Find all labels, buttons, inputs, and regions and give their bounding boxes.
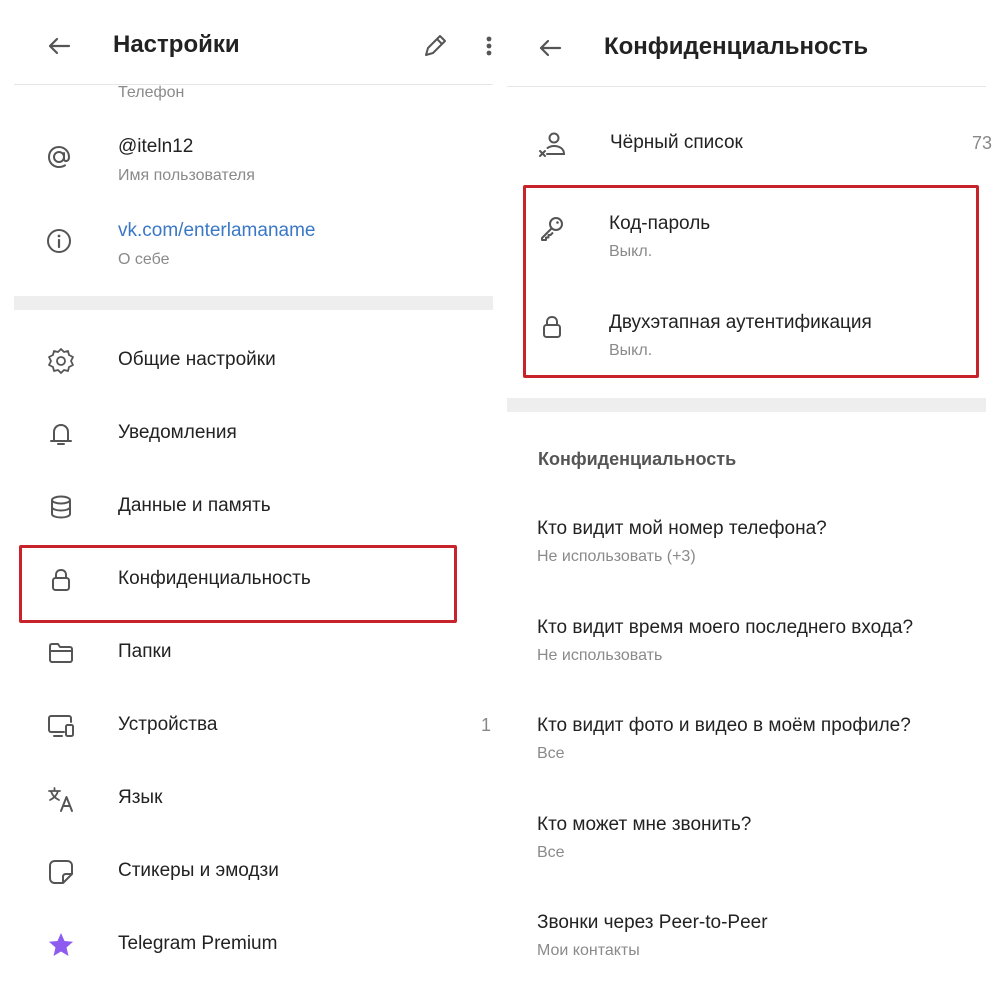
database-icon bbox=[46, 492, 76, 522]
blacklist-row[interactable]: Чёрный список 73 bbox=[507, 118, 1000, 170]
devices-count: 1 bbox=[481, 715, 492, 735]
privacy-item-label: Кто видит время моего последнего входа? bbox=[537, 617, 914, 638]
highlight-box-privacy bbox=[19, 545, 457, 623]
page-title: Настройки bbox=[113, 31, 240, 58]
section-gap bbox=[14, 296, 493, 310]
bio-sub: О себе bbox=[118, 251, 170, 268]
menu-item-label: Устройства bbox=[118, 714, 218, 735]
folder-icon bbox=[46, 638, 76, 668]
phone-sub-label: Телефон bbox=[118, 84, 185, 101]
menu-item-label: Уведомления bbox=[118, 422, 237, 443]
menu-item-label: Telegram Premium bbox=[118, 933, 278, 954]
bell-icon bbox=[46, 419, 76, 449]
gear-icon bbox=[46, 346, 76, 376]
menu-item-notifications[interactable]: Уведомления bbox=[14, 411, 493, 457]
menu-item-language[interactable]: Язык bbox=[14, 776, 493, 822]
privacy-item-label: Кто видит мой номер телефона? bbox=[537, 518, 827, 539]
translate-icon bbox=[46, 784, 76, 814]
menu-item-label: Язык bbox=[118, 787, 163, 808]
username-sub: Имя пользователя bbox=[118, 167, 255, 184]
privacy-item-phone[interactable]: Кто видит мой номер телефона? Не использ… bbox=[507, 512, 1000, 572]
at-icon bbox=[44, 142, 74, 172]
privacy-item-value: Мои контакты bbox=[537, 942, 640, 959]
privacy-item-value: Все bbox=[537, 844, 565, 861]
menu-item-label: Стикеры и эмодзи bbox=[118, 860, 279, 881]
header-divider bbox=[14, 84, 493, 85]
privacy-item-last-seen[interactable]: Кто видит время моего последнего входа? … bbox=[507, 611, 1000, 671]
menu-item-folders[interactable]: Папки bbox=[14, 630, 493, 676]
section-gap bbox=[507, 398, 986, 412]
username-row[interactable]: @iteln12 Имя пользователя bbox=[14, 128, 493, 194]
section-header: Конфиденциальность bbox=[538, 449, 737, 469]
page-title: Конфиденциальность bbox=[604, 33, 869, 60]
privacy-item-label: Кто видит фото и видео в моём профиле? bbox=[537, 715, 911, 736]
menu-item-stickers[interactable]: Стикеры и эмодзи bbox=[14, 849, 493, 895]
username-value: @iteln12 bbox=[118, 136, 194, 157]
sticker-icon bbox=[46, 857, 76, 887]
menu-item-general[interactable]: Общие настройки bbox=[14, 338, 493, 384]
blocked-user-icon bbox=[537, 130, 567, 160]
blacklist-label: Чёрный список bbox=[610, 132, 743, 153]
info-icon bbox=[44, 226, 74, 256]
pencil-icon[interactable] bbox=[420, 31, 450, 61]
bio-value[interactable]: vk.com/enterlamaname bbox=[118, 220, 315, 242]
menu-item-devices[interactable]: Устройства 1 bbox=[14, 703, 493, 749]
menu-item-label: Общие настройки bbox=[118, 349, 276, 370]
devices-icon bbox=[46, 711, 76, 741]
menu-item-label: Папки bbox=[118, 641, 172, 662]
back-arrow-icon[interactable] bbox=[535, 33, 565, 63]
menu-item-premium[interactable]: Telegram Premium bbox=[14, 922, 493, 968]
more-menu-icon[interactable] bbox=[481, 31, 495, 61]
privacy-item-p2p[interactable]: Звонки через Peer-to-Peer Мои контакты bbox=[507, 906, 1000, 966]
privacy-item-label: Кто может мне звонить? bbox=[537, 814, 752, 835]
blacklist-count: 73 bbox=[972, 133, 993, 153]
privacy-item-label: Звонки через Peer-to-Peer bbox=[537, 912, 768, 933]
star-icon bbox=[46, 930, 76, 960]
privacy-item-calls[interactable]: Кто может мне звонить? Все bbox=[507, 808, 1000, 868]
header-divider bbox=[507, 86, 986, 87]
privacy-item-photos[interactable]: Кто видит фото и видео в моём профиле? В… bbox=[507, 709, 1000, 769]
privacy-item-value: Все bbox=[537, 745, 565, 762]
privacy-item-value: Не использовать (+3) bbox=[537, 548, 696, 565]
menu-item-label: Данные и память bbox=[118, 495, 271, 516]
highlight-box-security bbox=[523, 185, 979, 378]
privacy-item-value: Не использовать bbox=[537, 647, 663, 664]
back-arrow-icon[interactable] bbox=[44, 31, 74, 61]
menu-item-data[interactable]: Данные и память bbox=[14, 484, 493, 530]
bio-row[interactable]: vk.com/enterlamaname О себе bbox=[14, 212, 493, 278]
